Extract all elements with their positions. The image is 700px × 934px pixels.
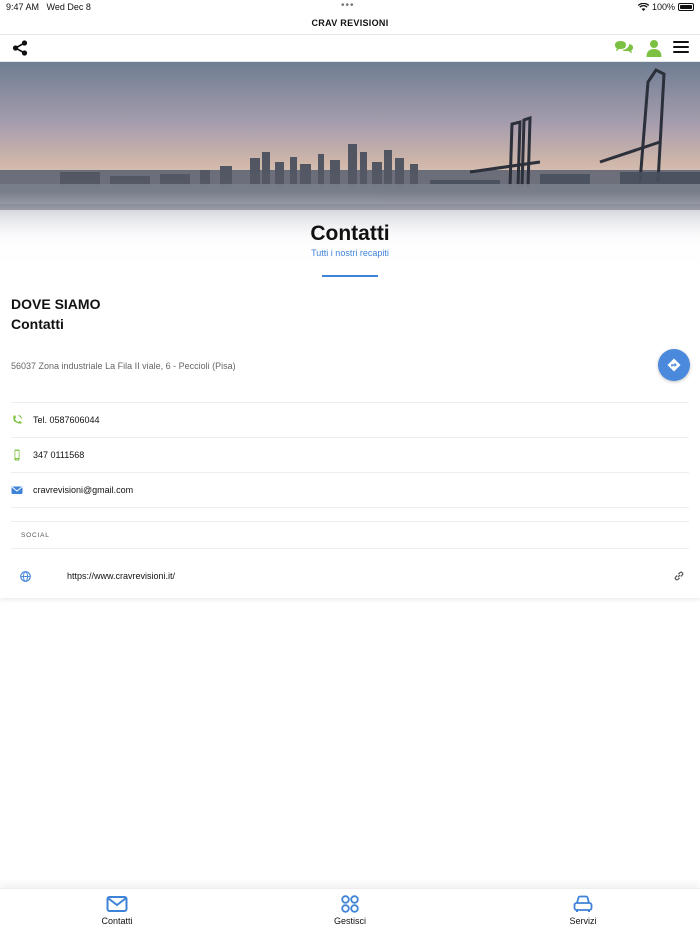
status-time: 9:47 AM Wed Dec 8 [6,2,91,12]
menu-icon[interactable] [673,41,689,55]
website-url[interactable]: https://www.cravrevisioni.it/ [67,571,175,581]
multitask-dots[interactable]: ••• [341,0,355,11]
status-right: 100% [637,2,694,12]
tab-servizi[interactable]: Servizi [543,895,623,926]
link-icon[interactable] [674,571,684,581]
address-text: 56037 Zona industriale La Fila II viale,… [11,361,236,371]
globe-icon [20,571,31,582]
mail-icon [106,896,128,912]
email-row[interactable]: cravrevisioni@gmail.com [11,472,689,507]
website-row[interactable]: https://www.cravrevisioni.it/ [0,567,700,589]
phone-text: Tel. 0587606044 [33,415,100,425]
divider [11,521,689,522]
car-icon [573,895,593,912]
divider [11,548,689,549]
social-label: SOCIAL [21,532,50,539]
email-icon [11,486,23,494]
user-icon[interactable] [645,39,663,57]
contact-card: DOVE SIAMO Contatti 56037 Zona industria… [0,282,700,598]
phone-icon [13,415,22,424]
mobile-row[interactable]: 347 0111568 [11,437,689,472]
share-icon[interactable] [12,40,28,56]
directions-icon [667,358,681,372]
battery-percent: 100% [651,2,675,12]
tab-contatti[interactable]: Contatti [77,895,157,926]
bottom-tab-bar: Contatti Gestisci Servizi [0,888,700,934]
top-toolbar [0,34,700,62]
tab-label: Servizi [569,916,597,926]
directions-button[interactable] [658,349,690,381]
battery-icon [678,3,694,11]
app-title: CRAV REVISIONI [311,18,389,28]
email-text: cravrevisioni@gmail.com [33,485,134,495]
app-screen: 9:47 AM Wed Dec 8 ••• 100% CRAV REVISION… [0,0,700,934]
wifi-icon [637,3,649,11]
mobile-phone-icon [14,449,20,461]
chat-icon[interactable] [614,40,634,56]
section-title: DOVE SIAMO Contatti [11,296,101,332]
tab-label: Contatti [101,916,133,926]
status-bar: 9:47 AM Wed Dec 8 ••• 100% [0,0,700,14]
grid-icon [341,895,359,913]
tab-label: Gestisci [333,916,366,926]
page-subtitle: Tutti i nostri recapiti [311,248,389,258]
title-underline [322,275,378,277]
tab-gestisci[interactable]: Gestisci [310,895,390,926]
mobile-text: 347 0111568 [33,450,85,460]
page-title: Contatti [310,222,390,245]
divider [11,507,689,508]
phone-row[interactable]: Tel. 0587606044 [11,402,689,437]
